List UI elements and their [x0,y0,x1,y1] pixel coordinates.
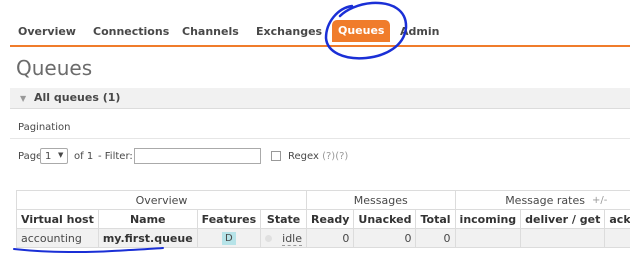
page-select-value: 1 [45,151,52,162]
page-label: Page [18,151,43,162]
cell-features: D [196,228,262,248]
page-select[interactable]: 1 ▼ [40,148,68,164]
nav-overview[interactable]: Overview [18,25,76,38]
cell-deliver-get [520,228,606,248]
nav-admin[interactable]: Admin [400,25,439,38]
all-queues-section-toggle[interactable]: ▼ All queues (1) [10,88,630,109]
group-messages: Messages [306,190,456,210]
collapse-triangle-icon: ▼ [20,94,27,103]
column-toggle-button[interactable]: +/- [592,195,607,206]
page-count: of 1 [74,151,94,162]
cell-state: idle [260,228,308,248]
col-ack[interactable]: ack [604,209,630,229]
queues-table: Overview Messages Message rates Virtual … [15,190,630,248]
state-label: idle [282,231,303,246]
page-title: Queues [16,56,93,80]
cell-unacked: 0 [353,228,417,248]
col-features: Features [196,209,262,229]
queue-name-link[interactable]: my.first.queue [97,228,198,248]
cell-ack [604,228,630,248]
col-total[interactable]: Total [415,209,456,229]
col-unacked[interactable]: Unacked [353,209,417,229]
annotation-underline [13,247,164,254]
divider [10,138,630,139]
col-incoming[interactable]: incoming [454,209,522,229]
filter-label: - Filter: [98,151,133,162]
col-ready[interactable]: Ready [306,209,355,229]
nav-channels[interactable]: Channels [182,25,239,38]
nav-exchanges[interactable]: Exchanges [256,25,322,38]
durable-badge: D [222,232,236,245]
col-name[interactable]: Name [97,209,198,229]
regex-help-link[interactable]: (?)(?) [322,151,348,162]
regex-checkbox[interactable] [271,151,281,161]
col-virtual-host[interactable]: Virtual host [16,209,99,229]
cell-vhost: accounting [16,228,99,248]
group-overview: Overview [15,190,308,210]
section-label: All queues (1) [34,91,121,104]
cell-incoming [454,228,522,248]
cell-ready: 0 [306,228,355,248]
nav-divider [10,45,630,47]
nav-connections[interactable]: Connections [93,25,169,38]
regex-label: Regex (?)(?) [288,151,348,162]
col-deliver-get[interactable]: deliver / get [520,209,606,229]
pagination-label: Pagination [18,122,71,133]
filter-input[interactable] [134,148,261,164]
main-nav: Overview Connections Channels Exchanges … [0,18,630,46]
regex-text: Regex [288,151,319,162]
chevron-down-icon: ▼ [58,151,64,159]
nav-queues[interactable]: Queues [332,20,391,42]
col-state[interactable]: State [260,209,308,229]
table-row: accounting my.first.queue D idle 0 0 0 [16,228,630,248]
state-indicator-icon [265,235,273,242]
cell-total: 0 [415,228,456,248]
